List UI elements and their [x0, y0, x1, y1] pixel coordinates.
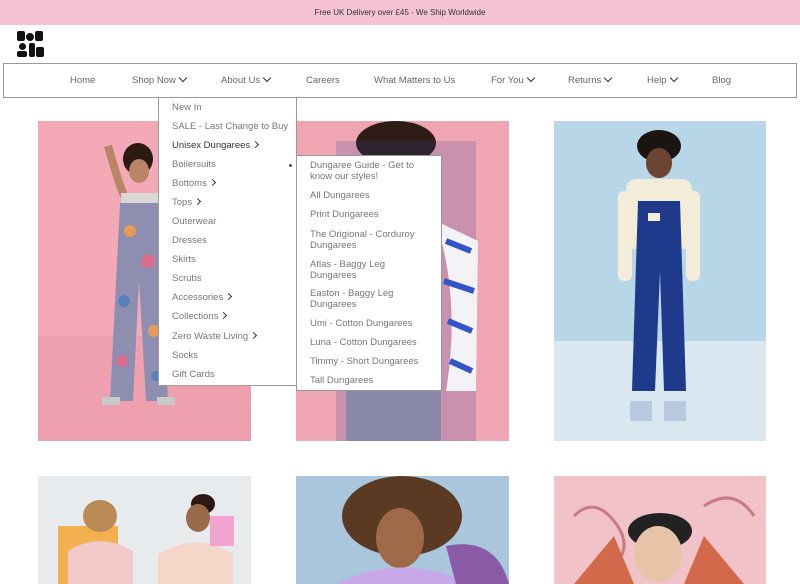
model-illustration: [572, 496, 756, 584]
menu-item-accessories[interactable]: Accessories: [172, 292, 233, 303]
model-illustration: [554, 130, 766, 441]
menu-item-sale[interactable]: SALE - Last Change to Buy: [172, 121, 288, 132]
nav-item-label: For You: [491, 75, 524, 86]
promo-banner: Free UK Delivery over £45 - We Ship Worl…: [0, 0, 800, 25]
chevron-right-icon: [208, 178, 216, 187]
menu-item-tops[interactable]: Tops: [172, 197, 202, 208]
menu-item-gift-cards[interactable]: Gift Cards: [172, 369, 215, 380]
menu-item-label: SALE - Last Change to Buy: [172, 121, 289, 132]
submenu-item-label: The Origional - Corduroy Dungarees: [310, 229, 415, 251]
menu-item-label: Dresses: [172, 235, 207, 246]
submenu-item-dungaree-guide[interactable]: Dungaree Guide - Get to know our styles!: [310, 160, 432, 182]
nav-item-label: What Matters to Us: [374, 75, 456, 86]
menu-item-bottoms[interactable]: Bottoms: [172, 178, 216, 189]
nav-item-what-matters[interactable]: What Matters to Us: [374, 64, 455, 97]
menu-item-label: Accessories: [172, 292, 224, 303]
chevron-right-icon: [194, 197, 202, 206]
main-nav: Home Shop Now About Us Careers What Matt…: [3, 63, 797, 98]
nav-item-label: Help: [647, 75, 667, 86]
chevron-down-icon: [178, 73, 188, 83]
submenu-item-label: Print Dungarees: [310, 209, 379, 220]
nav-item-home[interactable]: Home: [70, 64, 95, 97]
menu-item-label: Tops: [172, 197, 193, 208]
menu-item-label: Boilersuits: [172, 159, 216, 170]
menu-item-zero-waste-living[interactable]: Zero Waste Living: [172, 331, 258, 342]
chevron-down-icon: [526, 73, 535, 83]
submenu-item-label: Easton - Baggy Leg Dungarees: [310, 288, 394, 310]
brand-logo[interactable]: [17, 31, 44, 58]
submenu-item-label: Atlas - Baggy Leg Dungarees: [310, 259, 385, 281]
menu-item-skirts[interactable]: Skirts: [172, 254, 196, 265]
product-image-denim-dungarees[interactable]: [554, 121, 766, 441]
nav-item-blog[interactable]: Blog: [712, 64, 731, 97]
submenu-item-luna[interactable]: Luna - Cotton Dungarees: [310, 337, 432, 348]
nav-item-help[interactable]: Help: [647, 64, 678, 97]
menu-item-label: Socks: [172, 350, 198, 361]
nav-item-label: About Us: [221, 75, 261, 86]
nav-item-for-you[interactable]: For You: [491, 64, 535, 97]
submenu-item-tall[interactable]: Tall Dungarees: [310, 375, 432, 386]
submenu-item-easton[interactable]: Easton - Baggy Leg Dungarees: [310, 288, 432, 310]
chevron-down-icon: [604, 73, 613, 83]
submenu-item-label: Timmy - Short Dungarees: [310, 356, 419, 367]
submenu-item-label: Umi - Cotton Dungarees: [310, 318, 413, 329]
chevron-down-icon: [262, 73, 272, 83]
submenu-item-atlas[interactable]: Atlas - Baggy Leg Dungarees: [310, 259, 432, 281]
dungarees-submenu: Dungaree Guide - Get to know our styles!…: [296, 155, 442, 391]
menu-item-label: Collections: [172, 311, 219, 322]
nav-item-about-us[interactable]: About Us: [221, 64, 272, 97]
submenu-item-label: All Dungarees: [310, 190, 370, 201]
menu-item-boilersuits[interactable]: Boilersuits: [172, 159, 216, 170]
submenu-item-origional-corduroy[interactable]: The Origional - Corduroy Dungarees: [310, 229, 432, 251]
nav-item-careers[interactable]: Careers: [306, 64, 340, 97]
nav-item-label: Blog: [712, 75, 732, 86]
product-image-jumper[interactable]: [296, 476, 509, 584]
submenu-item-label: Tall Dungarees: [310, 375, 374, 386]
chevron-right-icon: [220, 311, 228, 320]
product-image-tops[interactable]: [38, 476, 251, 584]
submenu-item-label: Luna - Cotton Dungarees: [310, 337, 417, 348]
submenu-item-label: Dungaree Guide - Get to know our styles!: [310, 160, 415, 182]
submenu-item-umi[interactable]: Umi - Cotton Dungarees: [310, 318, 432, 329]
chevron-down-icon: [669, 73, 678, 83]
nav-item-label: Home: [70, 75, 96, 86]
submenu-item-print-dungarees[interactable]: Print Dungarees: [310, 209, 432, 220]
product-image-hat[interactable]: [554, 476, 766, 584]
menu-item-dresses[interactable]: Dresses: [172, 235, 207, 246]
model-illustration: [336, 476, 509, 584]
nav-item-label: Returns: [568, 75, 602, 86]
bullet-icon: [289, 164, 292, 167]
menu-item-label: Outerwear: [172, 216, 217, 227]
menu-item-label: Zero Waste Living: [172, 331, 249, 342]
menu-item-label: Scrubs: [172, 273, 202, 284]
menu-item-unisex-dungarees[interactable]: Unisex Dungarees: [172, 140, 260, 151]
menu-item-label: Unisex Dungarees: [172, 140, 251, 151]
menu-item-outerwear[interactable]: Outerwear: [172, 216, 216, 227]
model-illustration: [58, 494, 234, 584]
nav-item-shop-now[interactable]: Shop Now: [132, 64, 188, 97]
nav-item-returns[interactable]: Returns: [568, 64, 613, 97]
menu-item-label: Bottoms: [172, 178, 207, 189]
menu-item-scrubs[interactable]: Scrubs: [172, 273, 202, 284]
menu-item-label: Gift Cards: [172, 369, 215, 380]
chevron-right-icon: [250, 331, 258, 340]
chevron-right-icon: [252, 140, 260, 149]
submenu-item-all-dungarees[interactable]: All Dungarees: [310, 190, 432, 201]
submenu-item-timmy[interactable]: Timmy - Short Dungarees: [310, 356, 432, 367]
nav-item-label: Shop Now: [132, 75, 176, 86]
menu-item-label: New In: [172, 102, 202, 113]
menu-item-socks[interactable]: Socks: [172, 350, 198, 361]
promo-banner-text: Free UK Delivery over £45 - We Ship Worl…: [314, 8, 486, 17]
menu-item-new-in[interactable]: New In: [172, 102, 202, 113]
menu-item-collections[interactable]: Collections: [172, 311, 228, 322]
chevron-right-icon: [225, 292, 233, 301]
menu-item-label: Skirts: [172, 254, 196, 265]
shop-now-dropdown: New In SALE - Last Change to Buy Unisex …: [158, 97, 297, 386]
nav-item-label: Careers: [306, 75, 340, 86]
